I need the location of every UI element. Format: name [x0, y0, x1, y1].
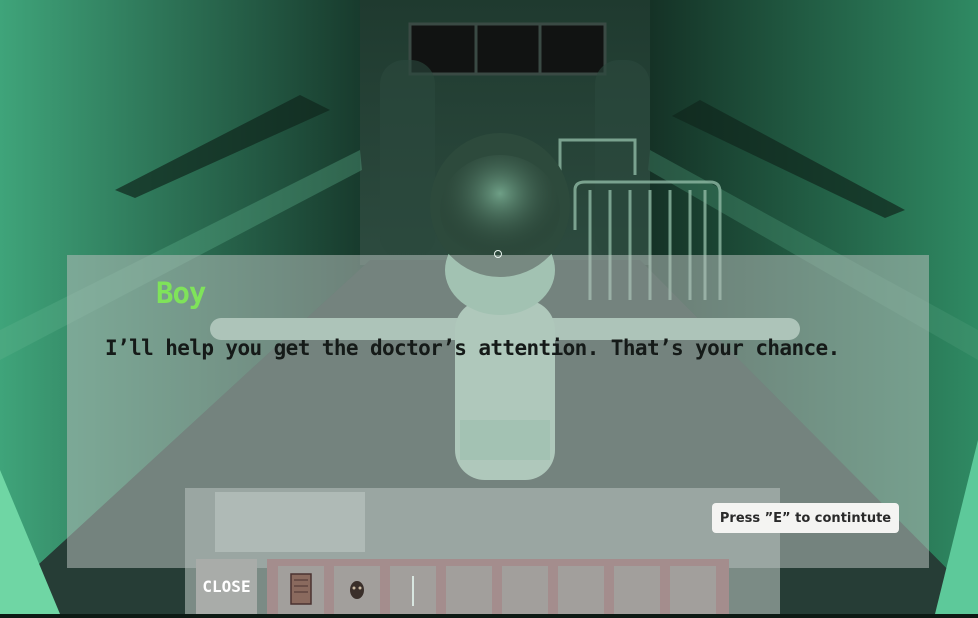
inventory-slot[interactable] — [614, 566, 660, 614]
inventory-slot[interactable] — [558, 566, 604, 614]
inventory-bar: CLOSE — [196, 559, 729, 614]
inventory-slot[interactable] — [670, 566, 716, 614]
inventory-slot[interactable] — [278, 566, 324, 614]
inventory-slot[interactable] — [390, 566, 436, 614]
mask-icon — [350, 581, 364, 599]
inventory-slot[interactable] — [502, 566, 548, 614]
speaker-name: Boy — [156, 276, 206, 310]
crosshair-icon — [494, 250, 502, 258]
key-icon — [412, 576, 414, 606]
note-icon — [290, 573, 312, 605]
continue-button[interactable]: Press ”E” to contintute — [712, 503, 899, 533]
inventory-slots — [267, 559, 729, 614]
close-button[interactable]: CLOSE — [196, 559, 257, 614]
inventory-slot[interactable] — [334, 566, 380, 614]
dialog-line: I’ll help you get the doctor’s attention… — [105, 336, 840, 360]
inventory-slot[interactable] — [446, 566, 492, 614]
